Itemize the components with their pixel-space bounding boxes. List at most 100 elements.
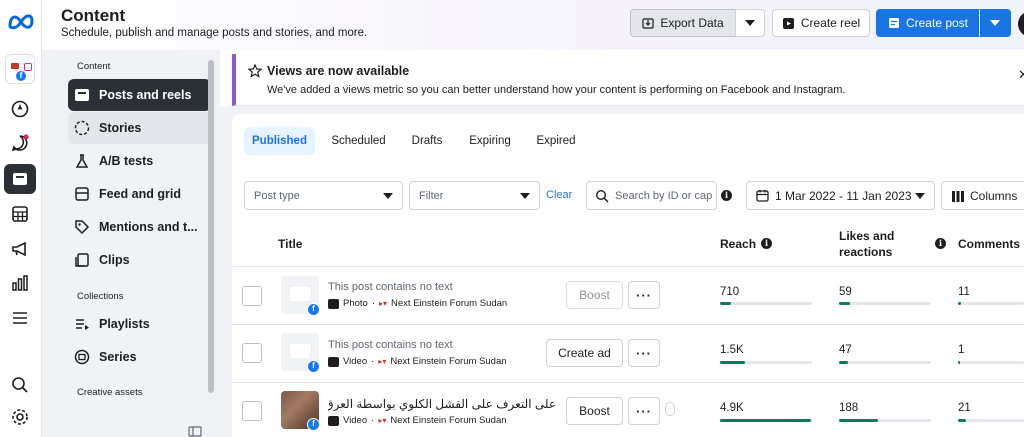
- reach-value: 1.5K: [720, 344, 744, 356]
- compass-icon[interactable]: [10, 99, 30, 119]
- page-avatar-icon: ▸▾: [378, 416, 387, 425]
- sidebar-item-stories[interactable]: Stories: [68, 112, 211, 144]
- sidebar-item-clips[interactable]: Clips: [68, 244, 211, 276]
- meta-logo-icon[interactable]: [7, 12, 35, 30]
- row-divider: [232, 382, 1024, 383]
- row-checkbox[interactable]: [242, 401, 262, 421]
- settings-gear-icon[interactable]: [10, 407, 30, 427]
- create-post-dropdown-button[interactable]: [979, 9, 1011, 37]
- column-header-likes-line2[interactable]: reactions: [839, 245, 892, 259]
- likes-bar-fill: [839, 361, 849, 364]
- column-header-likes-line1[interactable]: Likes and: [839, 229, 894, 243]
- likes-bar: [839, 361, 931, 364]
- comments-bar: [958, 361, 1024, 364]
- post-type: Video: [343, 356, 368, 367]
- boost-button[interactable]: Boost: [566, 397, 623, 425]
- row-checkbox[interactable]: [242, 286, 262, 306]
- export-data-button[interactable]: Export Data: [630, 9, 736, 37]
- collapse-sidebar-icon[interactable]: [188, 426, 202, 437]
- user-avatar[interactable]: [1018, 11, 1024, 37]
- inbox-chat-icon[interactable]: [10, 133, 30, 153]
- create-reel-button[interactable]: Create reel: [772, 9, 870, 37]
- content-panel: [232, 114, 1024, 437]
- tab-published[interactable]: Published: [244, 127, 315, 155]
- comments-bar-fill: [958, 361, 960, 364]
- video-icon: [328, 415, 339, 426]
- page-title: Content: [61, 6, 126, 25]
- post-text[interactable]: على التعرف على الفشل الكلوي بواسطة العرق: [328, 397, 556, 411]
- reel-icon: [782, 17, 794, 29]
- sidebar-item-feed-and-grid[interactable]: Feed and grid: [68, 178, 211, 210]
- tab-expired[interactable]: Expired: [528, 127, 584, 155]
- section-header-collections: Collections: [77, 291, 124, 302]
- search-info-icon[interactable]: i: [721, 190, 732, 201]
- more-options-button[interactable]: ···: [628, 397, 660, 425]
- tab-scheduled[interactable]: Scheduled: [324, 127, 393, 155]
- global-nav-rail: f: [0, 0, 42, 437]
- post-text[interactable]: This post contains no text: [328, 339, 453, 351]
- header-divider: [232, 266, 1024, 267]
- columns-button[interactable]: Columns: [941, 181, 1024, 210]
- tag-icon: [73, 218, 91, 236]
- planner-grid-icon[interactable]: [10, 204, 30, 224]
- video-icon: [328, 356, 339, 367]
- ads-megaphone-icon[interactable]: [10, 239, 30, 259]
- tab-drafts[interactable]: Drafts: [402, 127, 452, 155]
- more-options-button[interactable]: ···: [628, 281, 660, 309]
- columns-label: Columns: [970, 188, 1018, 203]
- sidebar-scrollbar[interactable]: [208, 60, 214, 393]
- date-range-picker[interactable]: 1 Mar 2022 - 11 Jan 2023: [746, 181, 935, 210]
- post-thumbnail[interactable]: f: [281, 276, 320, 316]
- sidebar-item-label: A/B tests: [99, 154, 154, 168]
- column-header-reach[interactable]: Reach: [720, 237, 756, 251]
- search-icon[interactable]: [10, 375, 30, 395]
- sidebar-item-label: Posts and reels: [99, 88, 192, 102]
- comments-value: 1: [958, 344, 965, 356]
- post-thumbnail[interactable]: f: [281, 333, 320, 373]
- search-input[interactable]: Search by ID or cap: [586, 181, 717, 210]
- filter-select[interactable]: Filter: [409, 181, 540, 210]
- clear-filters-link[interactable]: Clear: [546, 189, 572, 201]
- sidebar-item-ab-tests[interactable]: A/B tests: [68, 145, 211, 177]
- insights-bar-chart-icon[interactable]: [10, 273, 30, 293]
- account-avatar[interactable]: f: [5, 54, 35, 84]
- comments-bar-fill: [958, 419, 966, 422]
- playlist-icon: [73, 315, 91, 333]
- facebook-icon: f: [307, 303, 320, 316]
- search-placeholder: Search by ID or cap: [615, 189, 713, 202]
- likes-bar-fill: [839, 302, 851, 305]
- page-logo-icon: [11, 63, 19, 69]
- post-text[interactable]: This post contains no text: [328, 281, 453, 293]
- post-type-select[interactable]: Post type: [244, 181, 403, 210]
- post-type: Photo: [343, 298, 368, 309]
- close-icon[interactable]: ✕: [1018, 68, 1024, 81]
- sidebar-item-posts-and-reels[interactable]: Posts and reels: [68, 79, 211, 111]
- create-ad-button[interactable]: Create ad: [546, 339, 623, 367]
- facebook-icon: f: [307, 418, 320, 431]
- reach-info-icon[interactable]: i: [761, 238, 772, 249]
- likes-info-icon[interactable]: i: [935, 238, 946, 249]
- column-header-title[interactable]: Title: [278, 237, 302, 251]
- post-thumbnail[interactable]: f: [281, 391, 320, 431]
- post-type: Video: [343, 415, 368, 426]
- sidebar-item-label: Feed and grid: [99, 187, 181, 201]
- loading-spinner-icon: [665, 402, 675, 416]
- sidebar-item-playlists[interactable]: Playlists: [68, 308, 211, 340]
- row-checkbox[interactable]: [242, 343, 262, 363]
- reach-bar-fill: [720, 419, 812, 422]
- create-post-button[interactable]: Create post: [876, 9, 980, 37]
- reach-value: 4.9K: [720, 402, 744, 414]
- separator-dot: ·: [371, 356, 375, 367]
- sidebar-item-mentions-and-tags[interactable]: Mentions and t...: [68, 211, 211, 243]
- comments-bar-fill: [958, 302, 962, 305]
- content-sidebar: Content Posts and reels Stories A/B test…: [42, 50, 220, 437]
- tab-expiring[interactable]: Expiring: [461, 127, 519, 155]
- boost-button[interactable]: Boost: [566, 281, 623, 309]
- more-options-button[interactable]: ···: [628, 339, 660, 367]
- content-icon[interactable]: [10, 169, 30, 189]
- export-dropdown-button[interactable]: [735, 9, 765, 37]
- menu-icon[interactable]: [10, 308, 30, 328]
- page-avatar-icon: ▸▾: [378, 357, 387, 366]
- column-header-comments[interactable]: Comments: [958, 237, 1020, 251]
- sidebar-item-series[interactable]: Series: [68, 341, 211, 373]
